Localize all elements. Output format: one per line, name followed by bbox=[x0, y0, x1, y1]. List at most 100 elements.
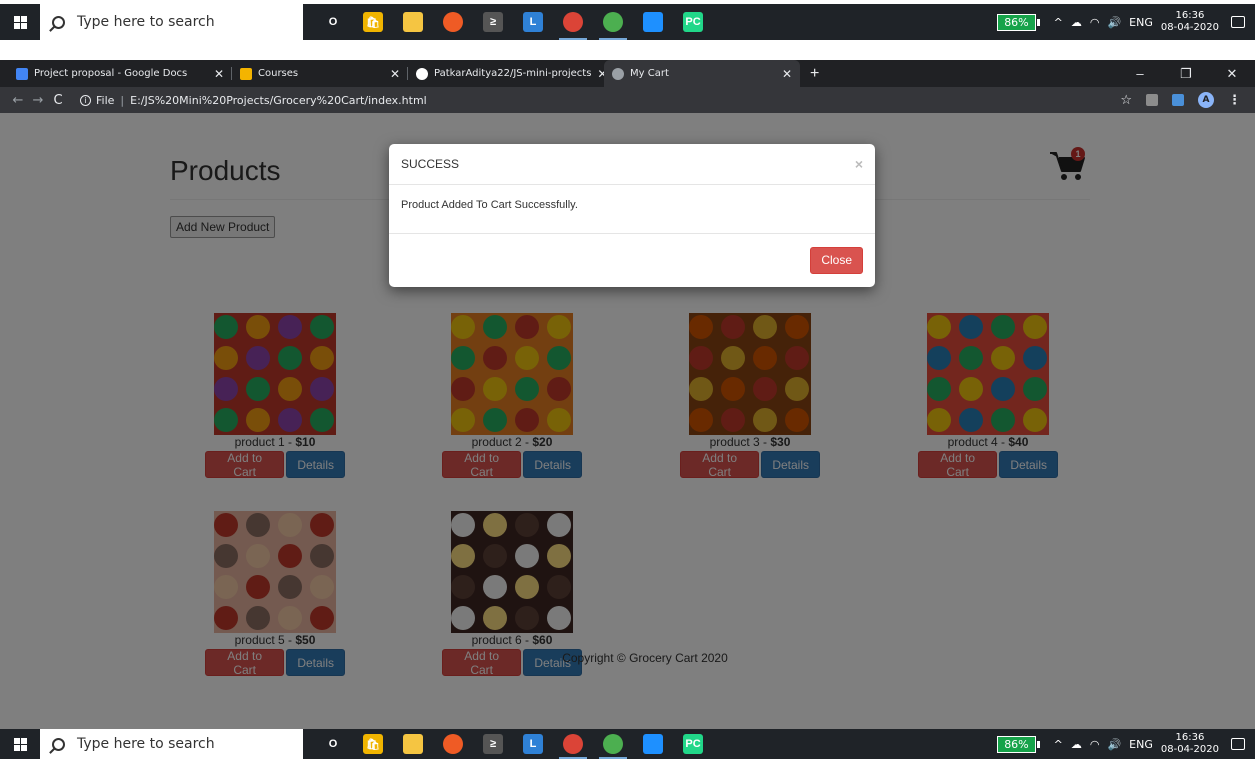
search-icon bbox=[52, 15, 65, 29]
taskbar-app-file-explorer[interactable] bbox=[393, 4, 433, 40]
address-bar: ← → C i File | E:/JS%20Mini%20Projects/G… bbox=[0, 87, 1255, 113]
taskbar-app-chrome[interactable] bbox=[553, 4, 593, 40]
extension-icon[interactable] bbox=[1172, 94, 1184, 106]
cloud-icon[interactable]: ☁ bbox=[1071, 738, 1082, 751]
language-indicator[interactable]: ENG bbox=[1129, 738, 1153, 751]
tab-my-cart[interactable]: My Cart ✕ bbox=[604, 60, 800, 87]
taskbar-app-terminal[interactable]: ≥ bbox=[473, 4, 513, 40]
store-icon: 🛍 bbox=[363, 12, 383, 32]
taskbar-app-app-l[interactable]: L bbox=[513, 729, 553, 759]
terminal-icon: ≥ bbox=[483, 12, 503, 32]
bookmark-star-icon[interactable]: ☆ bbox=[1120, 93, 1132, 108]
search-icon bbox=[52, 737, 65, 751]
start-button[interactable] bbox=[0, 4, 40, 40]
modal-close-button[interactable]: Close bbox=[810, 246, 863, 274]
taskbar-app-chrome[interactable] bbox=[553, 729, 593, 759]
store-icon: 🛍 bbox=[363, 734, 383, 754]
app-l-icon: L bbox=[523, 734, 543, 754]
chrome-icon bbox=[563, 12, 583, 32]
close-icon[interactable]: ✕ bbox=[208, 67, 224, 81]
wifi-icon[interactable]: ◠ bbox=[1090, 738, 1100, 751]
taskbar-app-postman[interactable] bbox=[433, 729, 473, 759]
chevron-up-icon[interactable]: ^ bbox=[1054, 16, 1063, 29]
back-icon[interactable]: ← bbox=[8, 93, 28, 108]
volume-icon[interactable]: 🔊 bbox=[1107, 16, 1121, 29]
tab-github[interactable]: PatkarAditya22/JS-mini-projects ✕ bbox=[408, 60, 604, 87]
volume-icon[interactable]: 🔊 bbox=[1107, 738, 1121, 751]
extension-icon[interactable] bbox=[1146, 94, 1158, 106]
cloud-icon[interactable]: ☁ bbox=[1071, 16, 1082, 29]
battery-indicator[interactable]: 86% bbox=[997, 13, 1041, 31]
taskbar-app-postman[interactable] bbox=[433, 4, 473, 40]
close-icon[interactable]: ✕ bbox=[591, 67, 604, 81]
toolbar-right: ☆ A ⋮ bbox=[1120, 92, 1247, 108]
taskbar-app-terminal[interactable]: ≥ bbox=[473, 729, 513, 759]
taskbar-app-cortana[interactable]: O bbox=[313, 4, 353, 40]
language-indicator[interactable]: ENG bbox=[1129, 16, 1153, 29]
new-tab-button[interactable]: + bbox=[800, 60, 829, 87]
chevron-up-icon[interactable]: ^ bbox=[1054, 738, 1063, 751]
chrome-icon bbox=[563, 734, 583, 754]
tray-icons: ^ ☁ ◠ 🔊 ENG bbox=[1054, 738, 1153, 751]
modal-message: Product Added To Cart Successfully. bbox=[389, 185, 875, 234]
windows-icon bbox=[13, 737, 27, 751]
notification-icon[interactable] bbox=[1231, 738, 1245, 750]
notifier-icon bbox=[603, 734, 623, 754]
start-button[interactable] bbox=[0, 729, 40, 759]
taskbar-top: Type here to search O 🛍 ≥ L PC 86% ^ ☁ ◠ 🔊 E… bbox=[0, 4, 1255, 40]
menu-kebab-icon[interactable]: ⋮ bbox=[1228, 93, 1241, 108]
taskbar-app-store[interactable]: 🛍 bbox=[353, 4, 393, 40]
app-l-icon: L bbox=[523, 12, 543, 32]
clock-date: 08-04-2020 bbox=[1160, 744, 1219, 755]
vscode-icon bbox=[643, 734, 663, 754]
reload-icon[interactable]: C bbox=[48, 93, 68, 108]
profile-avatar[interactable]: A bbox=[1198, 92, 1214, 108]
taskbar-app-cortana[interactable]: O bbox=[313, 729, 353, 759]
close-icon[interactable]: ✕ bbox=[384, 67, 400, 81]
terminal-icon: ≥ bbox=[483, 734, 503, 754]
clock[interactable]: 16:36 08-04-2020 bbox=[1161, 10, 1219, 34]
url-separator: | bbox=[120, 93, 125, 107]
pycharm-icon: PC bbox=[683, 12, 703, 32]
maximize-icon[interactable]: ❐ bbox=[1163, 66, 1209, 82]
taskbar-app-notifier[interactable] bbox=[593, 4, 633, 40]
clock-date: 08-04-2020 bbox=[1160, 22, 1219, 33]
taskbar-app-vscode[interactable] bbox=[633, 4, 673, 40]
battery-indicator[interactable]: 86% bbox=[997, 735, 1041, 753]
taskbar-app-pycharm[interactable]: PC bbox=[673, 4, 713, 40]
taskbar-search[interactable]: Type here to search bbox=[40, 729, 303, 759]
window-close-icon[interactable]: ✕ bbox=[1209, 66, 1255, 82]
postman-icon bbox=[443, 12, 463, 32]
tab-courses[interactable]: Courses ✕ bbox=[232, 60, 408, 87]
system-tray: 86% ^ ☁ ◠ 🔊 ENG 16:36 08-04-2020 bbox=[997, 4, 1255, 40]
modal-close-icon[interactable]: × bbox=[855, 156, 863, 172]
clock-time: 16:36 bbox=[1175, 732, 1205, 743]
taskbar-app-notifier[interactable] bbox=[593, 729, 633, 759]
url-input[interactable]: i File | E:/JS%20Mini%20Projects/Grocery… bbox=[74, 90, 1120, 110]
clock[interactable]: 16:36 08-04-2020 bbox=[1161, 732, 1219, 756]
wifi-icon[interactable]: ◠ bbox=[1090, 16, 1100, 29]
taskbar-app-vscode[interactable] bbox=[633, 729, 673, 759]
file-explorer-icon bbox=[403, 734, 423, 754]
close-icon[interactable]: ✕ bbox=[776, 67, 792, 81]
modal-title: SUCCESS bbox=[401, 157, 460, 171]
info-icon[interactable]: i bbox=[80, 94, 91, 106]
taskbar-bottom: Type here to search O 🛍 ≥ L PC 86% ^ ☁ ◠ 🔊 E… bbox=[0, 729, 1255, 759]
tab-google-docs[interactable]: Project proposal - Google Docs ✕ bbox=[8, 60, 232, 87]
taskbar-search-placeholder: Type here to search bbox=[77, 14, 215, 30]
taskbar-app-app-l[interactable]: L bbox=[513, 4, 553, 40]
taskbar-app-pycharm[interactable]: PC bbox=[673, 729, 713, 759]
taskbar-app-file-explorer[interactable] bbox=[393, 729, 433, 759]
forward-icon[interactable]: → bbox=[28, 93, 48, 108]
taskbar-app-store[interactable]: 🛍 bbox=[353, 729, 393, 759]
notifier-icon bbox=[603, 12, 623, 32]
cortana-icon: O bbox=[328, 738, 338, 750]
notification-icon[interactable] bbox=[1231, 16, 1245, 28]
taskbar-search[interactable]: Type here to search bbox=[40, 4, 303, 40]
tab-title: My Cart bbox=[630, 68, 669, 79]
success-modal: SUCCESS × Product Added To Cart Successf… bbox=[389, 144, 875, 287]
tab-title: Courses bbox=[258, 68, 299, 79]
minimize-icon[interactable]: – bbox=[1117, 66, 1163, 81]
url-text: E:/JS%20Mini%20Projects/Grocery%20Cart/i… bbox=[130, 93, 427, 107]
google-docs-icon bbox=[16, 67, 28, 80]
